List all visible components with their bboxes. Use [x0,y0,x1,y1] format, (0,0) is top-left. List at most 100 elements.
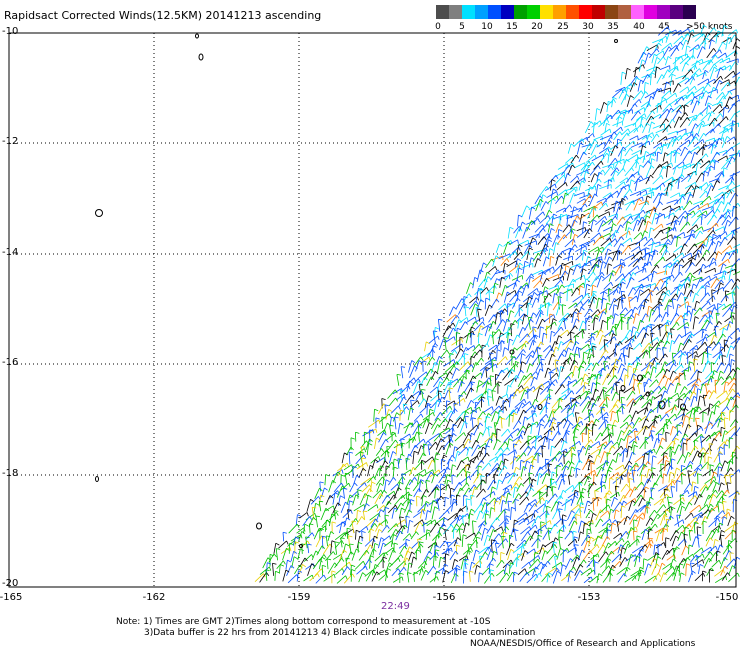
wind-barb-tick [656,66,661,69]
wind-barb [684,326,686,337]
wind-barb-tick [697,467,702,472]
wind-barb [598,211,610,218]
wind-barb-tick [454,349,458,354]
wind-barb-tick [707,360,712,364]
wind-barb-tick [609,477,614,480]
wind-barb [697,96,701,106]
wind-barb-tick [648,52,652,56]
wind-barb-tick [616,167,620,172]
wind-barb [555,473,562,483]
wind-barb-tick [583,360,587,365]
wind-barb [502,484,512,491]
wind-barb-tick [627,87,632,91]
wind-barb-tick [691,229,696,233]
wind-barb [608,270,613,282]
wind-barb [702,395,706,407]
wind-barb [614,264,621,276]
wind-barb [676,236,678,247]
wind-barb-tick [729,335,733,340]
wind-barb-tick [674,254,677,259]
wind-barb [602,226,612,232]
wind-barb [729,113,736,122]
wind-barb-tick [725,116,729,121]
wind-barb-tick [705,90,709,95]
wind-barb-tick [705,383,710,385]
wind-barb-tick [518,420,522,425]
wind-barb-tick [480,325,485,329]
wind-barb [579,293,588,302]
wind-barb-tick [357,489,362,492]
wind-barb-tick [483,262,487,266]
wind-barb-tick [583,275,586,280]
wind-barb-tick [696,224,699,229]
wind-barb [682,69,692,80]
wind-barb-tick [728,214,732,219]
wind-barb-tick [456,367,460,372]
wind-barb-tick [393,458,398,462]
wind-barb-tick [393,491,396,496]
wind-barb-tick [480,432,484,436]
wind-barb-tick [574,188,577,193]
wind-barb-tick [711,289,716,292]
wind-barb [389,425,392,435]
wind-barb-tick [648,134,653,139]
wind-barb-tick [403,403,408,406]
wind-barb-tick [707,292,711,297]
wind-barb-tick [606,122,611,126]
wind-barb-tick [644,486,649,489]
wind-barb-tick [687,351,692,354]
wind-barb-tick [689,361,694,364]
wind-barb-tick [720,370,724,374]
wind-barb-tick [385,479,390,482]
wind-barb [539,326,541,338]
wind-barb [607,424,609,436]
wind-barb-tick [480,357,484,362]
wind-barb-tick [474,316,477,321]
wind-barb [537,423,541,436]
wind-barb-tick [620,258,625,262]
wind-barb-tick [713,214,717,219]
wind-barb-tick [405,458,410,460]
wind-barb [718,258,729,267]
wind-barb [708,54,716,65]
wind-barb [720,294,727,303]
wind-barb-tick [656,56,661,60]
wind-barb [683,200,691,211]
wind-barb-tick [615,485,620,488]
wind-barb [667,392,678,401]
wind-barb [639,440,646,449]
wind-barb-tick [663,368,666,373]
wind-barb [518,409,524,422]
wind-barb [652,123,665,129]
wind-barb-tick [638,198,642,202]
wind-barb-tick [434,458,439,461]
wind-barb-tick [355,431,360,434]
wind-barb-tick [401,366,406,368]
wind-barb-tick [682,195,686,200]
wind-barb-tick [688,28,690,33]
wind-barb-tick [529,477,533,481]
wind-barb [567,407,569,421]
wind-barb [729,327,739,336]
wind-barb [544,459,547,470]
wind-barb-tick [532,237,537,241]
wind-swath [254,24,740,584]
wind-barb [567,143,572,154]
wind-barb [673,245,683,253]
wind-barb [459,421,465,434]
wind-barb-tick [698,378,702,383]
wind-barb-tick [717,303,722,306]
wind-barb [688,275,693,288]
wind-barb [635,236,647,246]
wind-barb-tick [712,241,716,245]
wind-barb [606,263,609,275]
wind-barb-tick [509,226,514,230]
wind-barb-tick [613,177,615,182]
wind-barb [484,326,489,337]
wind-barb [522,294,532,303]
wind-barb [457,381,462,393]
wind-barb-tick [478,344,482,348]
wind-barb [427,459,433,470]
wind-barb [490,432,493,444]
wind-barb-tick [462,468,466,473]
